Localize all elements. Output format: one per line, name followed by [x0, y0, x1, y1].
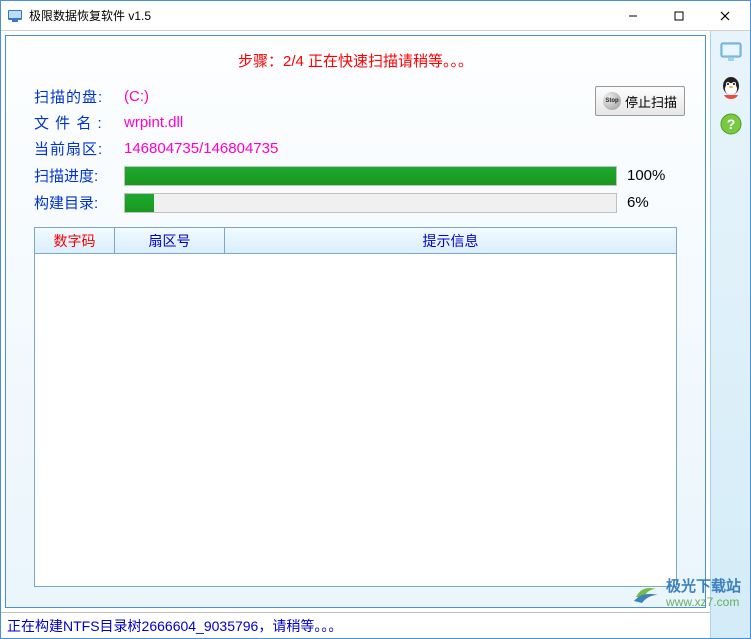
build-progress-label: 构建目录: — [34, 192, 124, 213]
minimize-button[interactable] — [610, 2, 656, 30]
status-bar: 正在构建NTFS目录树2666604_9035796，请稍等。。。 — [1, 612, 710, 638]
app-window: 极限数据恢复软件 v1.5 步骤：2/4 正在快速扫描请稍等。。。 Stop 停… — [0, 0, 751, 639]
file-label: 文 件 名 : — [34, 112, 124, 133]
stop-scan-button[interactable]: Stop 停止扫描 — [595, 86, 685, 116]
scan-progress-pct: 100% — [627, 167, 677, 184]
disk-row: 扫描的盘: (C:) — [34, 86, 677, 107]
maximize-button[interactable] — [656, 2, 702, 30]
build-progress-fill — [125, 194, 154, 212]
col-digit-code[interactable]: 数字码 — [35, 228, 115, 254]
file-value: wrpint.dll — [124, 114, 183, 131]
scan-progress-fill — [125, 167, 616, 185]
window-controls — [610, 2, 748, 30]
table-header: 数字码 扇区号 提示信息 — [35, 228, 676, 254]
titlebar: 极限数据恢复软件 v1.5 — [1, 1, 750, 31]
build-progress-row: 构建目录: 6% — [34, 192, 677, 213]
stop-icon: Stop — [603, 92, 621, 110]
file-row: 文 件 名 : wrpint.dll — [34, 112, 677, 133]
sector-value: 146804735/146804735 — [124, 140, 278, 157]
step-indicator: 步骤：2/4 正在快速扫描请稍等。。。 — [6, 36, 705, 81]
qq-icon[interactable] — [716, 73, 746, 103]
disk-value: (C:) — [124, 88, 149, 105]
stop-button-label: 停止扫描 — [625, 92, 677, 111]
disk-label: 扫描的盘: — [34, 86, 124, 107]
window-title: 极限数据恢复软件 v1.5 — [29, 7, 610, 24]
sector-label: 当前扇区: — [34, 138, 124, 159]
scan-progress-bar — [124, 166, 617, 186]
scan-progress-label: 扫描进度: — [34, 165, 124, 186]
result-table: 数字码 扇区号 提示信息 — [34, 227, 677, 587]
body-area: 步骤：2/4 正在快速扫描请稍等。。。 Stop 停止扫描 扫描的盘: (C:)… — [1, 31, 750, 638]
monitor-icon[interactable] — [716, 37, 746, 67]
close-button[interactable] — [702, 2, 748, 30]
main-panel: 步骤：2/4 正在快速扫描请稍等。。。 Stop 停止扫描 扫描的盘: (C:)… — [5, 35, 706, 608]
col-hint-info[interactable]: 提示信息 — [225, 228, 676, 254]
sector-row: 当前扇区: 146804735/146804735 — [34, 138, 677, 159]
help-icon[interactable]: ? — [716, 109, 746, 139]
app-icon — [7, 8, 23, 24]
scan-progress-row: 扫描进度: 100% — [34, 165, 677, 186]
status-text: 正在构建NTFS目录树2666604_9035796，请稍等。。。 — [7, 616, 342, 636]
build-progress-pct: 6% — [627, 194, 677, 211]
side-toolbar: ? — [710, 31, 750, 638]
table-body[interactable] — [35, 254, 676, 586]
build-progress-bar — [124, 193, 617, 213]
col-sector-no[interactable]: 扇区号 — [115, 228, 225, 254]
svg-text:?: ? — [726, 116, 735, 132]
main-column: 步骤：2/4 正在快速扫描请稍等。。。 Stop 停止扫描 扫描的盘: (C:)… — [1, 31, 710, 638]
